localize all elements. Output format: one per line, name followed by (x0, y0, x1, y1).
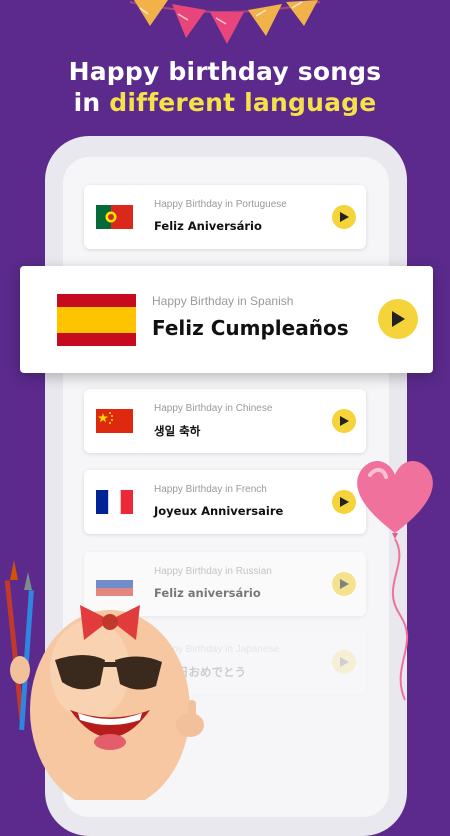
song-subtitle: Happy Birthday in Chinese (154, 403, 273, 414)
featured-subtitle: Happy Birthday in Spanish (152, 294, 294, 308)
play-icon (340, 212, 349, 222)
song-card-portuguese[interactable]: Happy Birthday in Portuguese Feliz Anive… (84, 185, 366, 249)
china-flag-icon (96, 409, 133, 433)
featured-play-button[interactable] (378, 299, 418, 339)
portugal-flag-icon (96, 205, 133, 229)
song-card-french[interactable]: Happy Birthday in French Joyeux Annivers… (84, 470, 366, 534)
france-flag-icon (96, 490, 133, 514)
song-title: 생일 축하 (154, 424, 201, 438)
featured-title: Feliz Cumpleaños (152, 316, 349, 340)
play-icon (340, 416, 349, 426)
play-icon (340, 579, 349, 589)
party-bunting-decoration (129, 0, 321, 44)
headline-line-1: Happy birthday songs (68, 57, 382, 86)
song-title: Feliz Aniversário (154, 219, 262, 233)
headline: Happy birthday songs in different langua… (0, 56, 450, 118)
song-title: Joyeux Anniversaire (154, 504, 284, 518)
song-subtitle: Happy Birthday in Portuguese (154, 199, 287, 210)
spain-flag-icon (57, 294, 136, 346)
play-button[interactable] (332, 409, 356, 433)
play-icon (392, 311, 405, 327)
headline-accent: different language (109, 88, 377, 117)
play-icon (340, 657, 349, 667)
featured-song-card-spanish[interactable]: Happy Birthday in Spanish Feliz Cumpleañ… (20, 266, 433, 373)
play-icon (340, 497, 349, 507)
song-subtitle: Happy Birthday in French (154, 484, 267, 495)
heart-balloon-icon (357, 461, 433, 701)
headline-prefix: in (73, 88, 110, 117)
play-button[interactable] (332, 205, 356, 229)
song-card-chinese[interactable]: Happy Birthday in Chinese 생일 축하 (84, 389, 366, 453)
egg-mascot-icon (4, 560, 204, 800)
headline-line-2: in different language (0, 87, 450, 118)
